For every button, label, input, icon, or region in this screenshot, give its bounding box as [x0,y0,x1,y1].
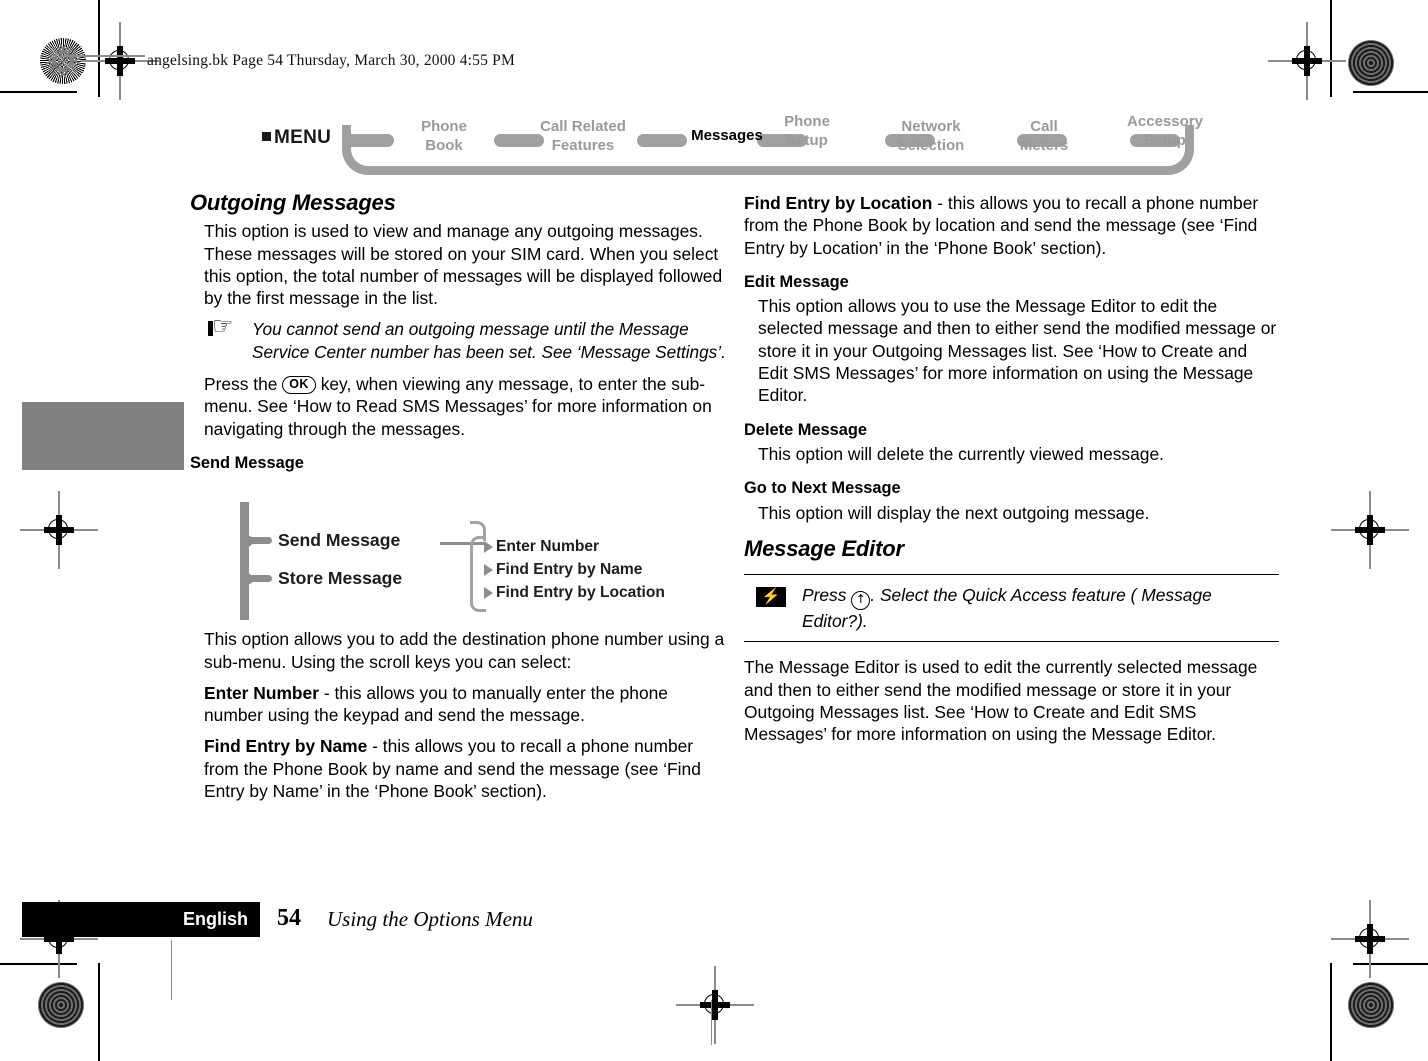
quick-access-callout-text: Press ↑. Select the Quick Access feature… [744,584,1279,632]
registration-target-bottom-right [1331,900,1409,978]
menu-item-call-related-features-line2: Features [551,137,615,154]
menu-item-phone-book[interactable]: Phone Book [394,117,494,155]
term-find-entry-by-name: Find Entry by Name - this allows you to … [190,735,730,802]
tree-node-find-entry-by-location[interactable]: Find Entry by Location [496,584,665,602]
quick-access-callout: ⚡ Press ↑. Select the Quick Access featu… [744,574,1279,643]
menu-item-call-related-features[interactable]: Call Related Features [524,117,642,155]
page-title-outgoing-messages: Outgoing Messages [190,190,396,215]
registration-target-left-corner [152,323,186,357]
tree-node-enter-number[interactable]: Enter Number [496,538,599,556]
term-find-entry-by-location: Find Entry by Location - this allows you… [744,192,1279,259]
menu-item-network-selection-line2: Selection [897,137,965,154]
document-header-stamp: angelsing.bk Page 54 Thursday, March 30,… [147,52,515,69]
up-arrow-key-glyph: ↑ [851,591,871,611]
heading-send-message: Send Message [190,453,304,472]
send-message-tree-diagram: Send Message Store Message Enter Number … [232,500,702,625]
menu-item-accessory-setup-line2: Setup [1144,132,1186,149]
crop-line-left-bottom [0,963,77,965]
menu-breadcrumb-bar: MENU Phone Book Call Related Features Me… [262,108,1203,176]
body-message-editor-closing: The Message Editor is used to edit the c… [744,657,1258,745]
tree-branch-store-message [246,575,272,582]
menu-item-network-selection-line1: Network [901,118,961,135]
pointing-hand-icon: ☞ [208,314,250,339]
registration-starburst-top-left [40,38,86,84]
outgoing-messages-intro: This option is used to view and manage a… [204,221,723,309]
registration-starburst-top-right [1348,40,1394,86]
crop-line-bottom-right [1330,963,1332,1061]
heading-delete-message: Delete Message [744,420,867,439]
menu-item-phone-setup[interactable]: Phone Setup [757,112,857,150]
menu-item-call-meters[interactable]: Call Meters [1002,117,1086,155]
reg-vertical-guide-bottom [711,1000,713,1045]
tree-main-spine [240,502,249,620]
registration-target-bottom-center [676,966,754,1044]
menu-item-phone-book-line2: Book [425,137,463,154]
crop-line-right-bottom [1353,963,1428,965]
ok-key-glyph: OK [282,376,316,395]
heading-edit-message: Edit Message [744,272,849,291]
crop-line-top-left [98,0,100,97]
crop-line-left-top [0,91,77,93]
crop-line-right-top [1353,91,1428,93]
body-edit-message: This option allows you to use the Messag… [758,296,1277,406]
heading-go-to-next-message: Go to Next Message [744,479,901,498]
press-ok-before: Press the [204,374,283,395]
tree-node-send-message[interactable]: Send Message [278,530,400,551]
tree-arrow-enter-number [484,541,493,553]
registration-target-mid-left [20,491,98,569]
menu-connector-0 [342,134,394,147]
menu-item-network-selection[interactable]: Network Selection [875,117,987,155]
menu-bullet-icon [262,132,271,141]
footer-section-title: Using the Options Menu [327,907,533,931]
menu-item-phone-setup-line2: Setup [786,132,828,149]
menu-root-label: MENU [274,127,332,148]
press-ok-paragraph: Press the OK key, when viewing any messa… [190,373,730,440]
registration-target-mid-right [1331,491,1409,569]
footer-language-bar: English [22,902,260,937]
registration-target-top-left [81,22,159,100]
header-rule [60,55,145,57]
send-message-description: This option allows you to add the destin… [204,629,725,672]
footer-language-label: English [182,909,248,929]
crop-line-top-right [1330,0,1332,97]
crop-line-bottom-left [98,963,100,1061]
reg-vertical-guide-left [171,940,173,1000]
registration-starburst-bottom-left [38,982,84,1028]
chapter-side-tab [22,402,184,470]
right-column: Find Entry by Location - this allows you… [744,192,1279,755]
tree-node-store-message[interactable]: Store Message [278,568,402,589]
callout-before-key: Press [802,585,852,606]
term-find-entry-by-location-label: Find Entry by Location [744,193,933,213]
body-go-to-next-message: This option will display the next outgoi… [758,502,1150,523]
menu-item-phone-setup-line1: Phone [784,113,830,130]
page-title-message-editor: Message Editor [744,535,904,561]
tree-node-find-entry-by-name[interactable]: Find Entry by Name [496,561,642,579]
footer-page-number: 54 [277,905,301,931]
tree-arrow-find-by-name [484,564,493,576]
tree-arrow-find-by-location [484,587,493,599]
body-delete-message: This option will delete the currently vi… [758,443,1164,464]
note-callout: ☞ You cannot send an outgoing message un… [204,314,730,363]
lightning-bolt-icon: ⚡ [756,587,786,608]
menu-item-accessory-setup[interactable]: Accessory Setup [1110,112,1220,150]
menu-item-accessory-setup-line1: Accessory [1127,113,1203,130]
term-enter-number-label: Enter Number [204,682,319,703]
note-text: You cannot send an outgoing message unti… [252,319,726,362]
menu-item-phone-book-line1: Phone [421,118,467,135]
menu-item-call-meters-line2: Meters [1019,137,1069,154]
tree-branch-send-message [246,537,272,544]
registration-target-top-right [1268,22,1346,100]
term-find-entry-by-name-label: Find Entry by Name [204,736,368,757]
menu-item-call-related-features-line1: Call Related [540,118,626,135]
menu-item-call-meters-line1: Call [1030,118,1058,135]
registration-starburst-bottom-right [1348,982,1394,1028]
term-enter-number: Enter Number - this allows you to manual… [190,682,730,727]
